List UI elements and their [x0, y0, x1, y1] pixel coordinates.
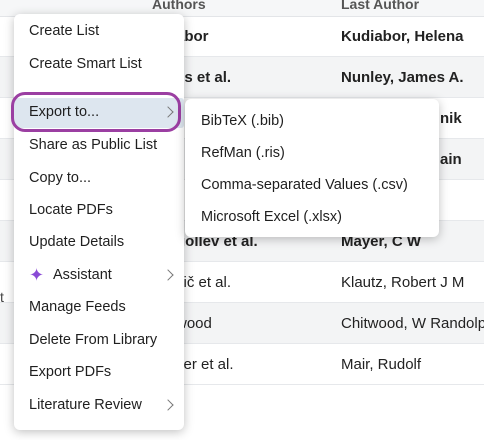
authors-cell: ss et al. [176, 69, 232, 86]
menu-item-label: Copy to... [29, 170, 92, 186]
menu-item-label: Share as Public List [29, 137, 158, 153]
menu-item-label: Update Details [29, 234, 125, 250]
menu-item-label: Create List [29, 23, 100, 39]
menu-item-label: Literature Review [29, 397, 142, 413]
submenu-item-label: RefMan (.ris) [201, 145, 285, 161]
chevron-right-icon [162, 106, 174, 118]
last-author-cell: Mair, Rudolf [341, 356, 422, 373]
menu-item-label: Delete From Library [29, 332, 158, 348]
menu-item-delete-from-library[interactable]: Delete From Library [14, 326, 184, 356]
submenu-item-label: Comma-separated Values (.csv) [201, 177, 408, 193]
menu-item-update-details[interactable]: Update Details [14, 228, 184, 258]
chevron-right-icon [162, 269, 174, 281]
last-author-cell: Klautz, Robert J M [341, 274, 465, 291]
sidebar-edge-text: t [0, 289, 4, 305]
menu-item-assistant[interactable]: ✦ Assistant [14, 261, 184, 291]
menu-item-label: Export to... [29, 104, 100, 120]
menu-item-locate-pdfs[interactable]: Locate PDFs [14, 196, 184, 226]
last-author-cell: nik [440, 110, 462, 127]
last-author-cell: Kudiabor, Helena [341, 28, 464, 45]
submenu-item-bibtex[interactable]: BibTeX (.bib) [185, 107, 439, 137]
menu-item-label: Manage Feeds [29, 299, 126, 315]
menu-item-literature-review[interactable]: Literature Review [14, 391, 184, 421]
column-header-authors[interactable]: Authors [152, 0, 206, 12]
menu-item-create-list[interactable]: Create List [14, 17, 184, 47]
context-menu: Create List Create Smart List Export to.… [14, 14, 184, 430]
sparkle-icon: ✦ [29, 265, 45, 285]
last-author-cell: Nunley, James A. [341, 69, 464, 86]
export-submenu: BibTeX (.bib) RefMan (.ris) Comma-separa… [185, 99, 439, 237]
authors-cell: šič et al. [176, 274, 232, 291]
submenu-item-xlsx[interactable]: Microsoft Excel (.xlsx) [185, 203, 439, 233]
authors-cell: zer et al. [176, 356, 234, 373]
menu-item-label: Locate PDFs [29, 202, 113, 218]
menu-item-copy-to[interactable]: Copy to... [14, 164, 184, 194]
menu-item-create-smart-list[interactable]: Create Smart List [14, 50, 184, 80]
menu-item-share-public-list[interactable]: Share as Public List [14, 131, 184, 161]
submenu-item-csv[interactable]: Comma-separated Values (.csv) [185, 171, 439, 201]
menu-item-label: Export PDFs [29, 364, 112, 380]
chevron-right-icon [162, 399, 174, 411]
submenu-item-label: BibTeX (.bib) [201, 113, 285, 129]
submenu-item-label: Microsoft Excel (.xlsx) [201, 209, 342, 225]
column-header-last-author[interactable]: Last Author [341, 0, 419, 12]
menu-item-export-pdfs[interactable]: Export PDFs [14, 358, 184, 388]
submenu-item-refman[interactable]: RefMan (.ris) [185, 139, 439, 169]
menu-item-manage-feeds[interactable]: Manage Feeds [14, 293, 184, 323]
menu-item-label: Assistant [53, 267, 112, 283]
menu-item-export-to[interactable]: Export to... [14, 98, 184, 128]
last-author-cell: Chitwood, W Randolph [341, 315, 484, 332]
last-author-cell: ain [440, 151, 462, 168]
menu-item-label: Create Smart List [29, 56, 142, 72]
